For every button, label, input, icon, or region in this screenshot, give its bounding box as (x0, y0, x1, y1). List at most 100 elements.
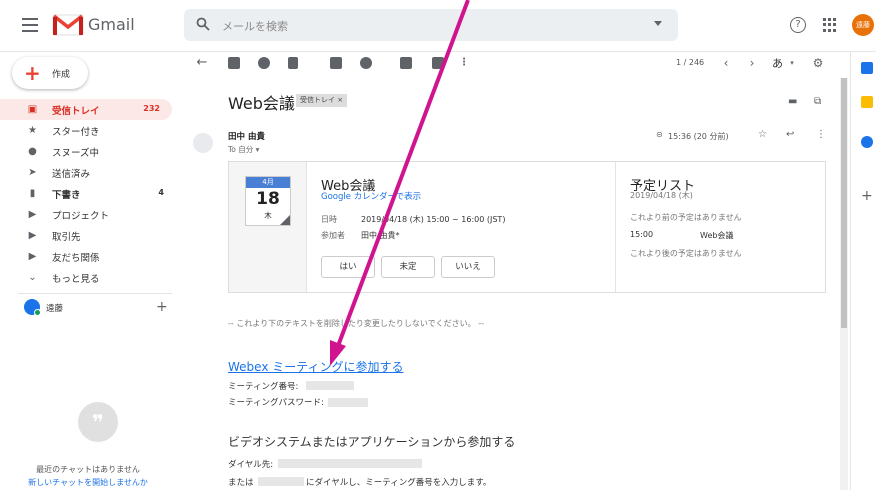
older-icon[interactable]: › (746, 57, 758, 69)
attachment-clip-icon: ⊝ (656, 130, 663, 139)
sidebar-item-snoozed[interactable]: ● スヌーズ中 (0, 141, 176, 162)
report-spam-icon[interactable] (258, 57, 270, 69)
clock-icon: ● (28, 146, 37, 157)
meeting-number-label: ミーティング番号: (228, 382, 299, 392)
sidebar-item-friends[interactable]: ▶ 友だち関係 (0, 246, 176, 267)
add-addon-icon[interactable]: + (861, 189, 873, 203)
event-who-label: 参加者 (321, 231, 345, 240)
delete-icon[interactable] (288, 57, 298, 69)
move-to-icon[interactable] (400, 57, 412, 69)
chevron-down-icon: ⌄ (28, 272, 37, 283)
sender-name: 田中 由貴 (228, 132, 265, 142)
cal-day: 18 (256, 189, 280, 209)
agenda-before-text: これより前の予定はありません (630, 213, 742, 222)
calendar-invite-card: 4月 18 木 Web会議 Google カレンダーで表示 日時 2019/04… (228, 161, 826, 293)
redacted-meeting-password (328, 398, 368, 407)
rsvp-yes-button[interactable]: はい (321, 256, 375, 278)
hangouts-user-name: 遠藤 (46, 304, 64, 314)
search-icon[interactable] (196, 17, 210, 31)
invite-details: Web会議 Google カレンダーで表示 日時 2019/04/18 (木) … (319, 162, 615, 292)
sidebar-item-label: もっと見る (52, 274, 100, 285)
tasks-addon-icon[interactable] (861, 136, 873, 148)
view-in-calendar-link[interactable]: Google カレンダーで表示 (321, 190, 421, 202)
calendar-date-icon: 4月 18 木 (245, 176, 291, 226)
label-as-icon[interactable] (432, 57, 444, 69)
more-actions-icon[interactable]: ⋮ (458, 57, 470, 69)
draft-icon: ▮ (29, 188, 36, 199)
dial-instruction: にダイヤルし、ミーティング番号を入力します。 (306, 478, 492, 488)
search-options-icon[interactable] (654, 21, 662, 26)
scrollbar-thumb[interactable] (841, 78, 847, 328)
sidebar-item-label: 友だち関係 (52, 253, 100, 264)
sidebar-item-sent[interactable]: ➤ 送信済み (0, 162, 176, 183)
unread-count: 232 (143, 104, 160, 113)
sidebar-item-label: 下書き (52, 190, 81, 201)
add-contact-icon[interactable]: + (156, 299, 168, 315)
calendar-addon-icon[interactable] (861, 62, 873, 74)
agenda-date: 2019/04/18 (木) (630, 191, 693, 200)
agenda-event-time: 15:00 (630, 230, 654, 239)
snooze-icon[interactable] (360, 57, 372, 69)
recipient-details[interactable]: To 自分 ▾ (228, 144, 259, 155)
sidebar-nav: ▣ 受信トレイ 232 ★ スター付き ● スヌーズ中 ➤ 送信済み ▮ 下書き… (0, 99, 176, 288)
agenda-after-text: これより後の予定はありません (630, 249, 742, 258)
gmail-logo[interactable] (52, 13, 84, 37)
do-not-edit-notice: -- これより下のテキストを削除したり変更したりしないでください。 -- (228, 319, 484, 328)
message-time: 15:36 (20 分前) (668, 132, 729, 141)
inbox-label-chip[interactable]: 受信トレイ × (296, 94, 348, 107)
sidebar-item-starred[interactable]: ★ スター付き (0, 120, 176, 141)
keep-addon-icon[interactable] (861, 96, 873, 108)
mark-unread-icon[interactable] (330, 57, 342, 69)
newer-icon[interactable]: ‹ (720, 57, 732, 69)
sidebar-item-more[interactable]: ⌄ もっと見る (0, 267, 176, 288)
pager-count: 1 / 246 (676, 58, 705, 67)
webex-join-link[interactable]: Webex ミーティングに参加する (228, 358, 404, 375)
star-message-icon[interactable]: ☆ (758, 129, 767, 140)
label-icon: ▶ (28, 230, 37, 241)
input-tools-chevron-icon[interactable]: ▾ (786, 57, 798, 69)
search-input[interactable]: メールを検索 (222, 18, 288, 34)
sidebar-item-clients[interactable]: ▶ 取引先 (0, 225, 176, 246)
star-icon: ★ (28, 125, 37, 136)
new-window-icon[interactable]: ⧉ (814, 96, 821, 107)
side-panel: + (850, 52, 876, 490)
apps-grid-icon[interactable] (823, 18, 837, 32)
reply-icon[interactable]: ↩ (786, 129, 794, 140)
print-icon[interactable]: ▬ (788, 96, 797, 107)
input-tools-button[interactable]: あ (772, 55, 783, 71)
meeting-password-label: ミーティングパスワード: (228, 398, 324, 408)
sender-avatar (193, 133, 213, 153)
search-bar[interactable]: メールを検索 (184, 9, 678, 41)
back-icon[interactable]: ← (196, 56, 208, 69)
sidebar-item-label: 受信トレイ (52, 106, 100, 117)
message-scrollbar[interactable] (840, 78, 848, 490)
sidebar-item-drafts[interactable]: ▮ 下書き 4 (0, 183, 176, 204)
event-when-value: 2019/04/18 (木) 15:00 ~ 16:00 (JST) (361, 215, 506, 224)
invite-date-panel: 4月 18 木 (229, 162, 307, 292)
sidebar-item-project[interactable]: ▶ プロジェクト (0, 204, 176, 225)
archive-icon[interactable] (228, 57, 240, 69)
rsvp-no-button[interactable]: いいえ (441, 256, 495, 278)
account-avatar[interactable]: 遠藤 (852, 14, 874, 36)
new-chat-link[interactable]: 新しいチャットを開始しませんか (0, 477, 176, 488)
gmail-brand: Gmail (88, 15, 135, 34)
send-icon: ➤ (28, 167, 37, 178)
or-prefix: または (228, 478, 254, 488)
rsvp-maybe-button[interactable]: 未定 (381, 256, 435, 278)
agenda-event-title: Web会議 (700, 231, 734, 240)
compose-button[interactable]: + 作成 (12, 57, 88, 89)
sidebar-item-label: スヌーズ中 (52, 148, 100, 159)
main-menu-icon[interactable] (22, 18, 38, 32)
redacted-meeting-number (306, 381, 354, 390)
event-who-value: 田中 由貴* (361, 231, 400, 240)
sidebar-item-inbox[interactable]: ▣ 受信トレイ 232 (0, 99, 172, 120)
draft-count: 4 (158, 188, 164, 197)
video-system-heading: ビデオシステムまたはアプリケーションから参加する (228, 435, 516, 449)
settings-gear-icon[interactable]: ⚙ (812, 57, 824, 69)
message-subject: Web会議 (228, 94, 295, 113)
hangouts-user[interactable]: 遠藤 + (24, 299, 174, 317)
help-icon[interactable]: ? (790, 17, 806, 33)
sidebar-divider (18, 293, 172, 294)
dial-label: ダイヤル先: (228, 460, 274, 470)
message-more-icon[interactable]: ⋮ (816, 129, 826, 140)
